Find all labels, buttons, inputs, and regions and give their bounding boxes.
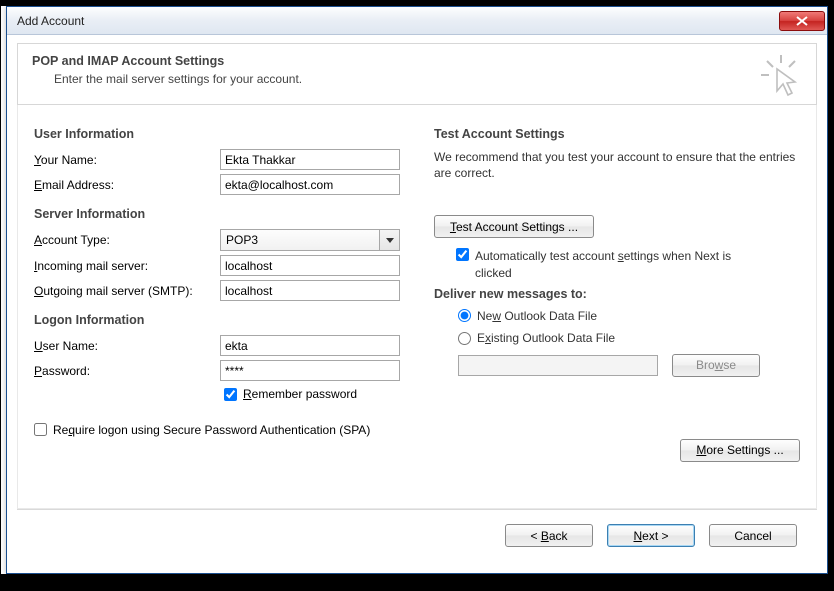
spa-checkbox[interactable] [34,423,47,436]
incoming-label: Incoming mail server: [34,259,214,273]
email-label: Email Address: [34,178,214,192]
right-column: Test Account Settings We recommend that … [434,123,800,490]
logon-info-header: Logon Information [34,313,404,327]
add-account-dialog: Add Account POP and IMAP Account Setting… [6,6,828,574]
footer: < Back Next > Cancel [17,509,817,563]
server-info-header: Server Information [34,207,404,221]
spa-label: Require logon using Secure Password Auth… [53,423,370,437]
outgoing-label: Outgoing mail server (SMTP): [34,284,214,298]
back-button[interactable]: < Back [505,524,593,547]
new-data-file-radio[interactable]: New Outlook Data File [458,309,597,323]
auto-test-label: Automatically test account settings when… [475,248,755,280]
password-input[interactable] [220,360,400,381]
incoming-server-input[interactable] [220,255,400,276]
password-label: Password: [34,364,214,378]
titlebar: Add Account [7,7,827,35]
test-account-settings-button[interactable]: Test Account Settings ... [434,215,594,238]
left-column: User Information Your Name: Email Addres… [34,123,404,490]
close-icon [796,16,808,26]
test-settings-desc: We recommend that you test your account … [434,149,800,181]
header-subtitle: Enter the mail server settings for your … [54,72,802,86]
username-input[interactable] [220,335,400,356]
remember-password-checkbox[interactable]: Remember password [224,387,404,401]
your-name-input[interactable] [220,149,400,170]
auto-test-checkbox[interactable] [456,248,469,261]
header-title: POP and IMAP Account Settings [32,54,802,68]
username-label: User Name: [34,339,214,353]
close-button[interactable] [779,11,825,31]
existing-data-file-radio[interactable]: Existing Outlook Data File [458,331,615,345]
cursor-icon [746,44,816,106]
more-settings-button[interactable]: More Settings ... [680,439,800,462]
chevron-down-icon [379,230,399,250]
test-settings-header: Test Account Settings [434,127,800,141]
account-type-value: POP3 [226,233,258,247]
outgoing-server-input[interactable] [220,280,400,301]
header-panel: POP and IMAP Account Settings Enter the … [17,43,817,105]
deliver-header: Deliver new messages to: [434,287,800,301]
your-name-label: Your Name: [34,153,214,167]
cancel-button[interactable]: Cancel [709,524,797,547]
account-type-select[interactable]: POP3 [220,229,400,251]
window-title: Add Account [17,14,779,28]
next-button[interactable]: Next > [607,524,695,547]
email-input[interactable] [220,174,400,195]
user-info-header: User Information [34,127,404,141]
existing-file-path-input [458,355,658,376]
browse-button[interactable]: Browse [672,354,760,377]
account-type-label: Account Type: [34,233,214,247]
